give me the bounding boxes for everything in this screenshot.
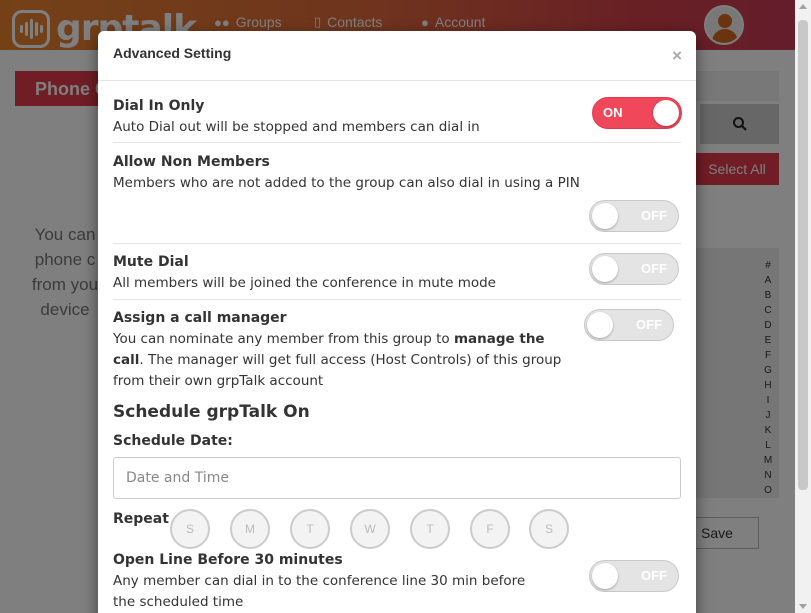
- allow-non-members-toggle[interactable]: OFF: [589, 200, 679, 232]
- setting-allow-non-members: Allow Non Members Members who are not ad…: [113, 152, 681, 244]
- open-line-desc: Any member can dial in to the conference…: [113, 573, 526, 610]
- toggle-knob: [592, 203, 618, 229]
- toggle-state-label: ON: [603, 105, 623, 120]
- modal-header: Advanced Setting ×: [98, 31, 696, 81]
- repeat-day-tuesday[interactable]: T: [290, 509, 330, 549]
- call-manager-toggle[interactable]: OFF: [584, 309, 674, 341]
- call-manager-desc-part1: You can nominate any member from this gr…: [113, 331, 454, 347]
- repeat-day-wednesday[interactable]: W: [350, 509, 390, 549]
- repeat-day-sunday[interactable]: S: [170, 509, 210, 549]
- setting-call-manager: Assign a call manager You can nominate a…: [113, 308, 573, 392]
- toggle-state-label: OFF: [636, 317, 662, 332]
- toggle-state-label: OFF: [641, 208, 667, 223]
- scroll-up-icon[interactable]: [799, 4, 807, 9]
- call-manager-desc: You can nominate any member from this gr…: [113, 329, 573, 392]
- allow-non-members-title: Allow Non Members: [113, 154, 270, 170]
- toggle-knob: [592, 256, 618, 282]
- open-line-title: Open Line Before 30 minutes: [113, 552, 343, 568]
- open-line-toggle[interactable]: OFF: [589, 560, 679, 592]
- call-manager-desc-part2: . The manager will get full access (Host…: [113, 352, 562, 389]
- toggle-state-label: OFF: [641, 261, 667, 276]
- toggle-knob: [587, 312, 613, 338]
- close-icon[interactable]: ×: [672, 46, 682, 66]
- toggle-state-label: OFF: [641, 568, 667, 583]
- mute-dial-toggle[interactable]: OFF: [589, 253, 679, 285]
- setting-open-line: Open Line Before 30 minutes Any member c…: [113, 550, 533, 613]
- dial-in-only-toggle[interactable]: ON: [592, 97, 682, 129]
- modal-title: Advanced Setting: [113, 45, 232, 61]
- repeat-day-saturday[interactable]: S: [529, 509, 569, 549]
- schedule-date-input[interactable]: [113, 457, 681, 499]
- allow-non-members-desc: Members who are not added to the group c…: [113, 175, 580, 191]
- page-scrollbar[interactable]: [795, 0, 811, 613]
- toggle-knob: [592, 563, 618, 589]
- call-manager-title: Assign a call manager: [113, 310, 287, 326]
- scrollbar-thumb[interactable]: [798, 20, 808, 490]
- schedule-title: Schedule grpTalk On: [113, 402, 310, 422]
- repeat-day-friday[interactable]: F: [470, 509, 510, 549]
- repeat-label: Repeat: [113, 511, 169, 527]
- repeat-day-thursday[interactable]: T: [410, 509, 450, 549]
- schedule-date-label: Schedule Date:: [113, 433, 233, 449]
- repeat-day-monday[interactable]: M: [230, 509, 270, 549]
- advanced-setting-modal: Advanced Setting × Dial In Only Auto Dia…: [98, 31, 696, 613]
- toggle-knob: [653, 100, 679, 126]
- scroll-down-icon[interactable]: [799, 604, 807, 609]
